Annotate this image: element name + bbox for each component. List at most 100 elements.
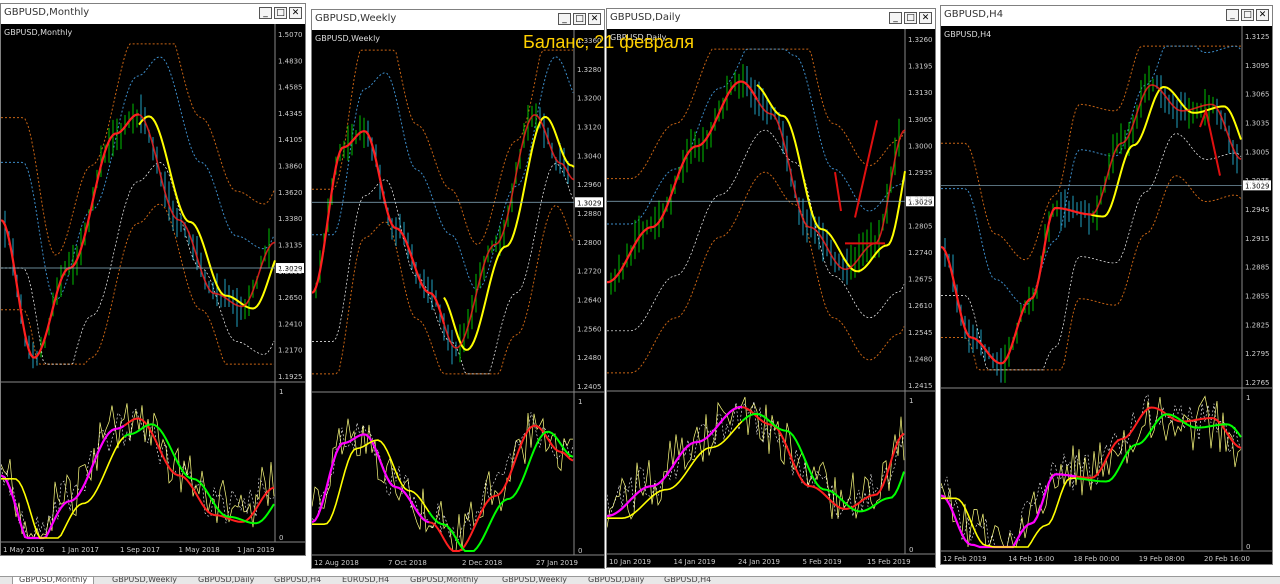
price-tick-label: 1.2560 xyxy=(577,325,602,333)
lower-band-line xyxy=(312,205,574,375)
chart-area[interactable]: GBPUSD,Daily 1.3029 1.3260 1.3195 1.3130 1.30… xyxy=(607,29,935,567)
date-tick-label: 10 Jan 2019 xyxy=(609,558,651,566)
date-tick-label: 1 Jan 2017 xyxy=(62,546,100,554)
minimize-button[interactable]: _ xyxy=(1226,9,1239,21)
date-tick-label: 27 Jan 2019 xyxy=(536,559,578,567)
fast-ma-line xyxy=(138,113,276,308)
maximize-button[interactable]: □ xyxy=(904,12,917,24)
window-title: GBPUSD,Monthly xyxy=(4,7,90,18)
maximize-button[interactable]: □ xyxy=(1241,9,1254,21)
date-tick-label: 7 Oct 2018 xyxy=(388,559,427,567)
price-tick-label: 1.4105 xyxy=(278,136,303,144)
window-title: GBPUSD,Daily xyxy=(610,12,681,23)
chart-area[interactable]: GBPUSD,H4 1.3029 1.3125 1.3095 1.3065 1.3035 1… xyxy=(941,26,1272,564)
price-tick-label: 1.2765 xyxy=(1245,379,1270,387)
price-tick-label: 1.2405 xyxy=(577,383,602,391)
maximize-button[interactable]: □ xyxy=(274,7,287,19)
price-tick-label: 1.3200 xyxy=(577,95,602,103)
date-tick-label: 20 Feb 16:00 xyxy=(1204,555,1250,563)
title-bar[interactable]: GBPUSD,Weekly _ □ ✕ xyxy=(312,10,604,31)
chart-symbol-label: GBPUSD,Weekly xyxy=(315,34,380,43)
price-tick-label: 1.2885 xyxy=(1245,264,1270,272)
chart-window-daily[interactable]: GBPUSD,Daily _ □ ✕ GBPUSD,Daily 1.3029 1.3… xyxy=(606,8,936,568)
close-button[interactable]: ✕ xyxy=(1256,9,1269,21)
oscillator-line xyxy=(123,417,275,523)
chart-symbol-label: GBPUSD,H4 xyxy=(944,30,991,39)
price-tick-label: 1.4830 xyxy=(278,57,303,65)
price-tick-label: 1.3035 xyxy=(1245,120,1270,128)
stoch-line xyxy=(941,393,1242,548)
envelope-line xyxy=(941,45,1242,306)
chart-area[interactable]: GBPUSD,Weekly 1.3029 1.3360 1.3280 1.3200 1.3… xyxy=(312,30,604,568)
price-tick-label: 1.2975 xyxy=(1245,177,1270,185)
chart-area[interactable]: GBPUSD,Monthly 1.3029 1.5070 1.4830 1.4585 1.… xyxy=(1,24,305,555)
price-tick-label: 1.3065 xyxy=(1245,91,1270,99)
maximize-button[interactable]: □ xyxy=(573,13,586,25)
price-tick-label: 1.2410 xyxy=(278,320,303,328)
chart-window-weekly[interactable]: GBPUSD,Weekly _ □ ✕ GBPUSD,Weekly 1.3029 1… xyxy=(311,9,605,569)
envelope-line xyxy=(607,129,905,332)
envelope-line xyxy=(1,162,275,365)
window-title: GBPUSD,H4 xyxy=(944,9,1004,20)
arrow-up xyxy=(854,120,878,218)
osc-tick-label: 1 xyxy=(909,397,913,405)
osc-tick-label: 0 xyxy=(909,546,913,554)
price-tick-label: 1.2800 xyxy=(577,239,602,247)
lower-band-line xyxy=(1,203,274,365)
slow-ma-line xyxy=(138,115,276,310)
price-tick-label: 1.2880 xyxy=(577,210,602,218)
date-tick-label: 19 Feb 08:00 xyxy=(1139,555,1185,563)
osc-tick-label: 0 xyxy=(279,534,283,542)
date-tick-label: 2 Dec 2018 xyxy=(462,559,502,567)
minimize-button[interactable]: _ xyxy=(259,7,272,19)
date-tick-label: 12 Aug 2018 xyxy=(314,559,359,567)
close-button[interactable]: ✕ xyxy=(919,12,932,24)
envelope-line xyxy=(941,133,1242,371)
price-tick-label: 1.3195 xyxy=(908,63,933,71)
price-tick-label: 1.3860 xyxy=(278,163,303,171)
chart-symbol-label: GBPUSD,Monthly xyxy=(4,28,72,37)
title-bar[interactable]: GBPUSD,Daily _ □ ✕ xyxy=(607,9,935,30)
stoch-line xyxy=(312,412,574,542)
date-tick-label: 1 Jan 2019 xyxy=(237,546,275,554)
price-tick-label: 1.3260 xyxy=(908,36,933,44)
price-tick-label: 1.2895 xyxy=(278,268,303,276)
date-tick-label: 1 Sep 2017 xyxy=(120,546,160,554)
close-button[interactable]: ✕ xyxy=(289,7,302,19)
price-tick-label: 1.4585 xyxy=(278,84,303,92)
price-tick-label: 1.2480 xyxy=(908,355,933,363)
date-tick-label: 12 Feb 2019 xyxy=(943,555,987,563)
oscillator-line xyxy=(428,424,574,552)
close-button[interactable]: ✕ xyxy=(588,13,601,25)
osc-tick-label: 0 xyxy=(578,547,582,555)
envelope-line xyxy=(312,163,574,375)
title-bar[interactable]: GBPUSD,H4 _ □ ✕ xyxy=(941,6,1272,27)
price-tick-label: 1.3065 xyxy=(908,116,933,124)
minimize-button[interactable]: _ xyxy=(889,12,902,24)
envelope-line xyxy=(312,56,574,291)
oscillator-line xyxy=(741,406,905,510)
price-tick-label: 1.2170 xyxy=(278,347,303,355)
lower-band-line xyxy=(941,175,1242,371)
price-tick-label: 1.3380 xyxy=(278,215,303,223)
fast-ma-line xyxy=(607,80,758,284)
osc-tick-label: 1 xyxy=(578,398,582,406)
signal-line xyxy=(123,423,275,525)
chart-window-h4[interactable]: GBPUSD,H4 _ □ ✕ GBPUSD,H4 1.3029 1.3125 1.3… xyxy=(940,5,1273,565)
price-tick-label: 1.2870 xyxy=(908,196,933,204)
date-tick-label: 1 May 2016 xyxy=(3,546,45,554)
current-price-label: 1.3029 xyxy=(577,199,602,207)
price-tick-label: 1.3620 xyxy=(278,189,303,197)
price-tick-label: 1.3130 xyxy=(908,89,933,97)
price-tick-label: 1.2415 xyxy=(908,382,933,390)
minimize-button[interactable]: _ xyxy=(558,13,571,25)
price-tick-label: 1.2740 xyxy=(908,249,933,257)
fast-ma-line xyxy=(1,113,139,359)
price-tick-label: 1.3040 xyxy=(577,152,602,160)
title-bar[interactable]: GBPUSD,Monthly _ □ ✕ xyxy=(1,4,305,25)
chart-window-monthly[interactable]: GBPUSD,Monthly _ □ ✕ GBPUSD,Monthly 1.302… xyxy=(0,3,306,556)
price-tick-label: 1.2960 xyxy=(577,181,602,189)
balance-annotation: Баланс, 21 февраля xyxy=(523,32,694,52)
price-tick-label: 1.4345 xyxy=(278,110,303,118)
price-tick-label: 1.2795 xyxy=(1245,350,1270,358)
